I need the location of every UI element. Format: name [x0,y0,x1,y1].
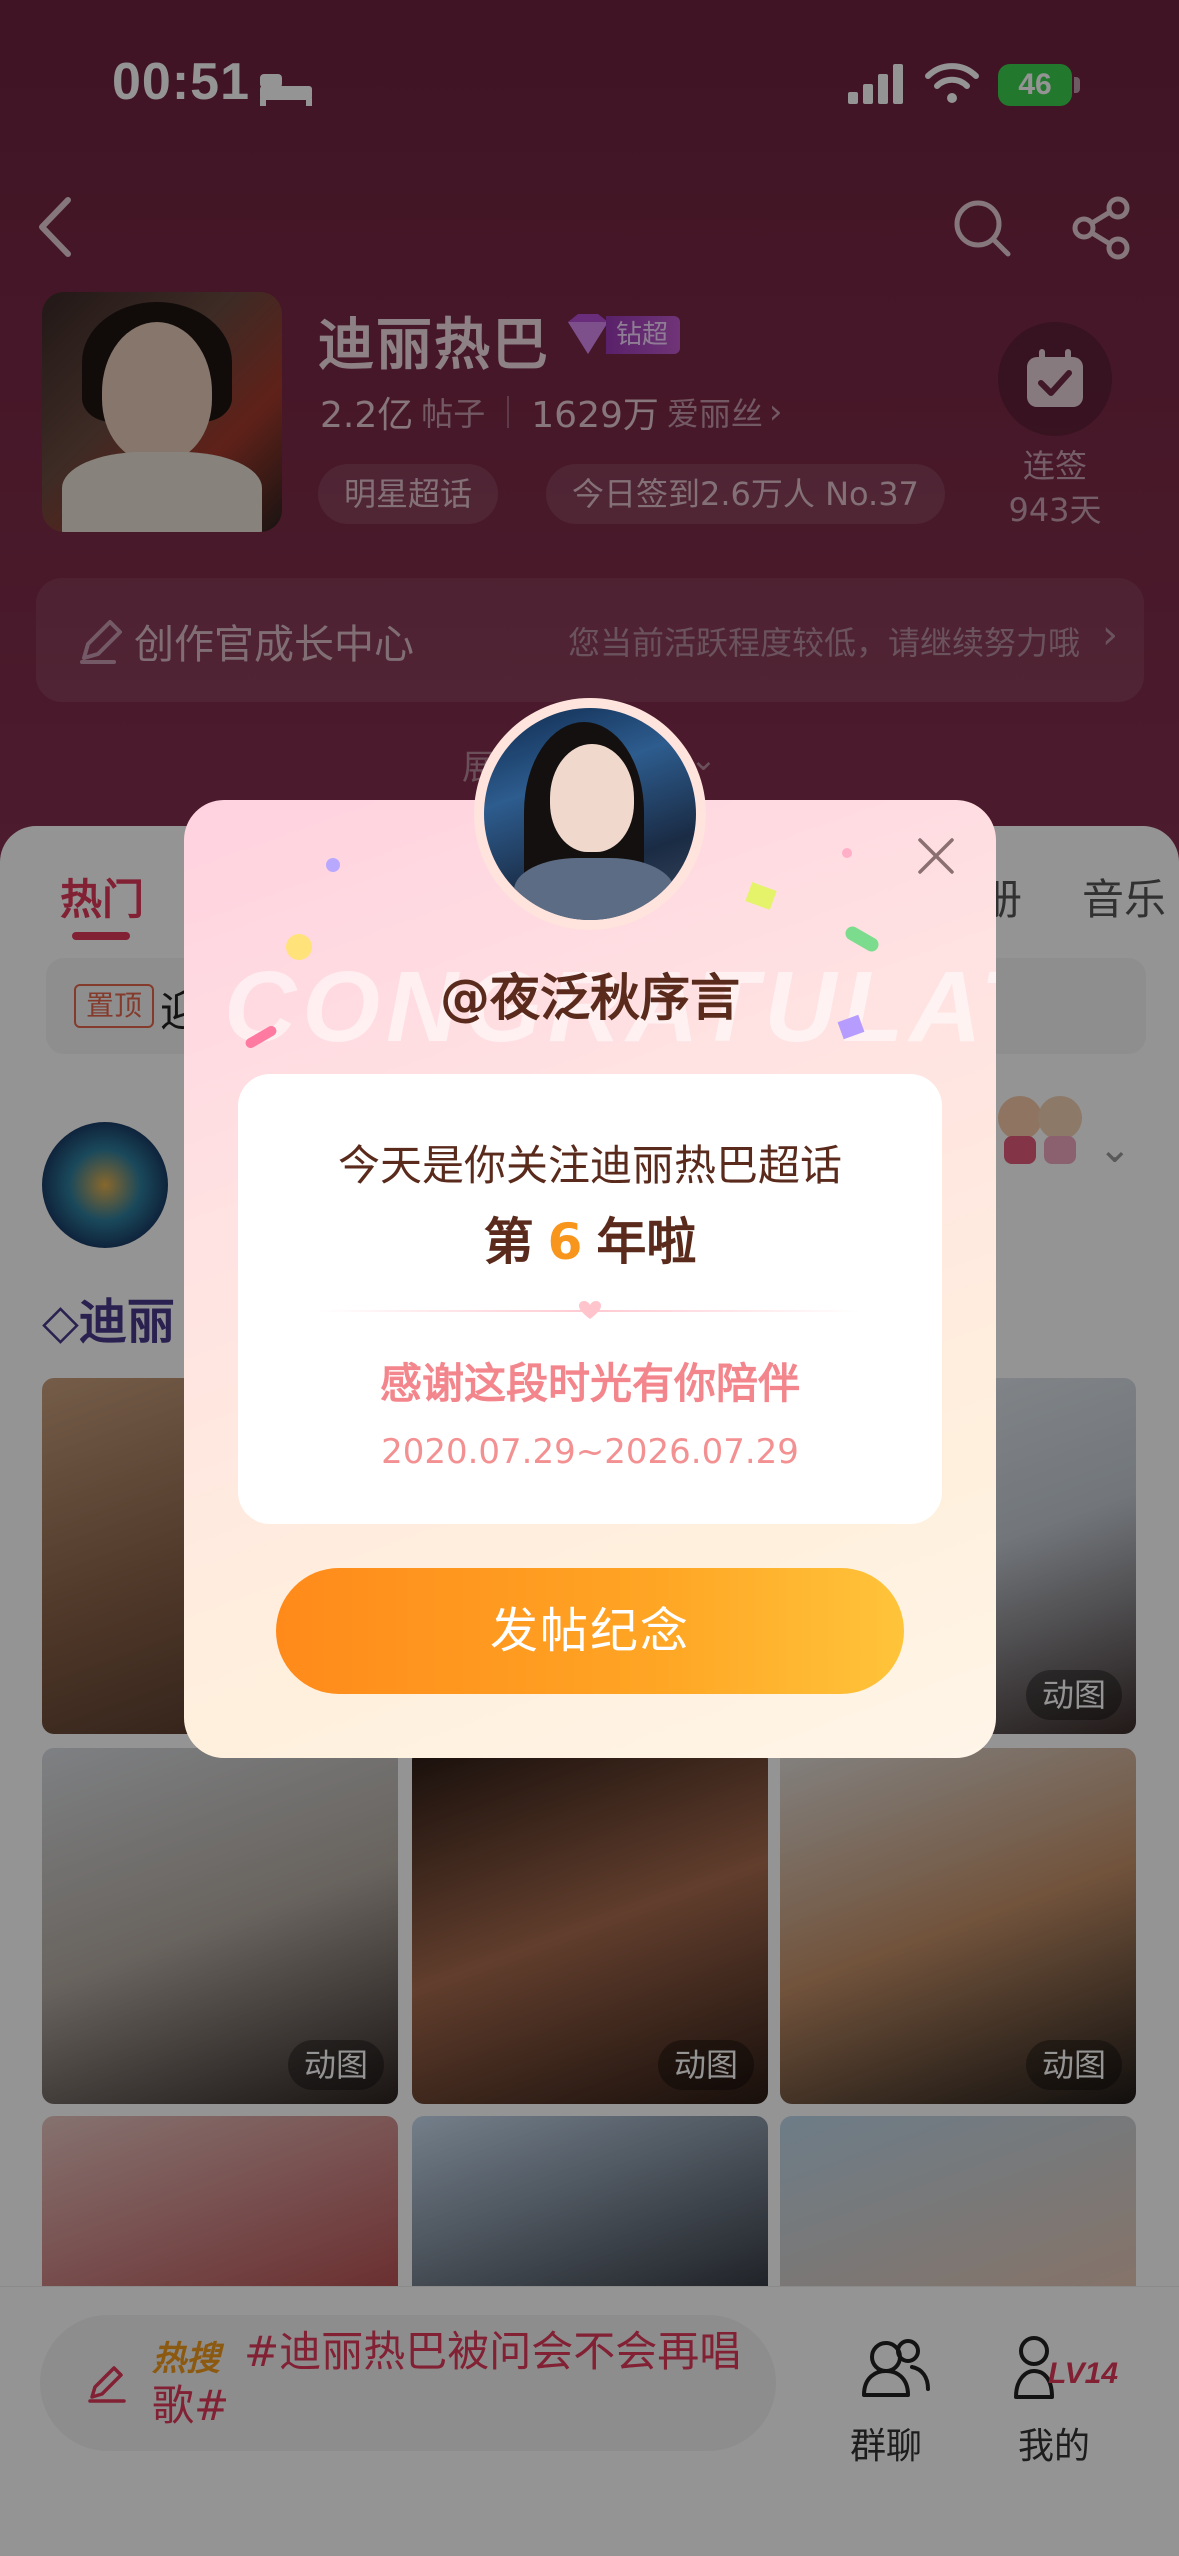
confetti-decoration [842,848,852,858]
heart-icon [579,1301,601,1319]
anniversary-card: 今天是你关注迪丽热巴超话 第 6 年啦 感谢这段时光有你陪伴 2020.07.29~… [238,1074,942,1524]
follow-message: 今天是你关注迪丽热巴超话 [337,1141,842,1190]
close-icon[interactable] [910,830,962,882]
years-count: 6 [547,1213,583,1271]
follow-years: 第 6 年啦 [483,1213,697,1271]
popup-avatar [474,698,706,930]
anniversary-popup: CONGRATULATE @夜泛秋序言 今天是你关注迪丽热巴超话 第6年啦 感谢… [184,800,996,1758]
confetti-decoration [286,934,312,960]
confetti-decoration [326,858,340,872]
thanks-message: 感谢这段时光有你陪伴 [379,1359,800,1408]
confetti-decoration [745,882,777,910]
post-commemoration-button[interactable]: 发帖纪念 [276,1568,904,1694]
follow-date-range: 2020.07.29~2026.07.29 [381,1432,799,1472]
popup-username: @夜泛秋序言 [440,969,740,1027]
